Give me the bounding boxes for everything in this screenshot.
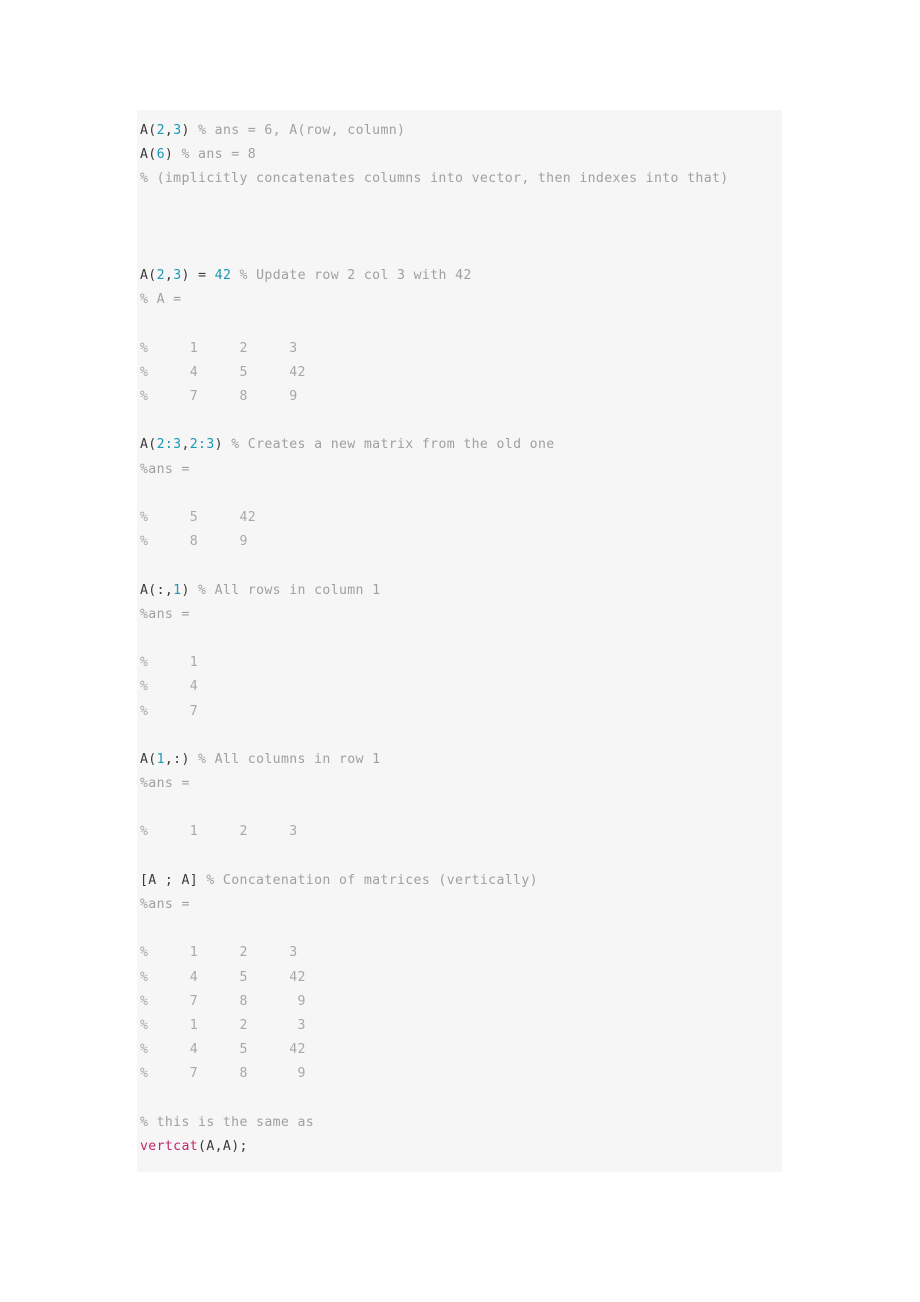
code-token-comment: % Concatenation of matrices (vertically) xyxy=(198,872,538,888)
code-token-plain: (A,A); xyxy=(198,1138,248,1154)
code-token-number: 1 xyxy=(156,751,165,767)
code-line: % (implicitly concatenates columns into … xyxy=(137,167,782,191)
code-token-output: % 1 2 3 xyxy=(140,340,298,356)
code-token-output: % 5 42 xyxy=(140,510,257,525)
code-token-plain: ) xyxy=(181,123,190,138)
code-token-comment: %ans = xyxy=(140,897,190,912)
code-token-comment: % this is the same as xyxy=(140,1114,315,1130)
code-line: % 4 xyxy=(137,675,782,699)
code-line: % 7 8 9 xyxy=(137,990,782,1014)
code-line: A(2,3) % ans = 6, A(row, column) xyxy=(137,119,782,143)
code-token-comment: %ans = xyxy=(140,776,190,792)
code-line: % 1 xyxy=(137,651,782,675)
code-token-comment: %ans = xyxy=(140,606,190,622)
code-token-comment: % Creates a new matrix from the old one xyxy=(222,437,555,453)
code-token-output: % 8 9 xyxy=(140,534,248,550)
code-line: % this is the same as xyxy=(137,1111,782,1135)
code-token-plain: ) xyxy=(164,147,174,163)
code-line: % 1 2 3 xyxy=(137,337,782,361)
code-token-output: % 4 5 42 xyxy=(140,364,306,380)
code-line: % 7 8 9 xyxy=(137,1062,782,1086)
page-root: A(2,3) % ans = 6, A(row, column) A(6) % a… xyxy=(0,0,920,1302)
code-token-output: % 4 5 42 xyxy=(140,1042,306,1058)
code-token-number: 2:3 xyxy=(156,437,182,453)
code-line: % A = xyxy=(137,288,782,312)
code-token-function: vertcat xyxy=(140,1138,199,1154)
code-token-plain: , xyxy=(164,268,174,284)
code-token-comment: % All rows in column 1 xyxy=(189,582,381,598)
code-line: % 4 5 42 xyxy=(137,361,782,385)
code-token-output: % 7 8 9 xyxy=(140,389,298,405)
code-token-plain: ) = xyxy=(181,268,215,284)
code-token-output: % 7 8 9 xyxy=(140,1066,306,1082)
code-token-plain: A(:, xyxy=(140,582,174,598)
code-token-plain: ,:) xyxy=(164,751,190,767)
code-line: % 8 9 xyxy=(137,530,782,554)
code-token-number: 2 xyxy=(156,268,165,284)
code-token-comment: % ans = 6, A(row, column) xyxy=(189,123,406,138)
code-line: A(6) % ans = 8 xyxy=(137,143,782,167)
code-token-number: 6 xyxy=(156,147,165,163)
code-token-plain: ) xyxy=(181,582,190,598)
code-token-plain: , xyxy=(164,123,174,138)
code-token-output: % 7 xyxy=(140,703,199,719)
code-line: % 1 2 3 xyxy=(137,941,782,965)
code-token-comment: % ans = 8 xyxy=(173,147,257,163)
code-line: % 5 42 xyxy=(137,506,782,530)
code-token-comment: % (implicitly concatenates columns into … xyxy=(140,171,729,187)
code-token-plain: ) xyxy=(214,437,223,453)
code-line: %ans = xyxy=(137,458,782,482)
code-token-number: 2:3 xyxy=(189,437,215,453)
code-token-output: % 1 2 3 xyxy=(140,1017,306,1033)
code-token-comment: %ans = xyxy=(140,461,190,477)
code-token-output: % 7 8 9 xyxy=(140,993,306,1009)
code-token-output: % 1 xyxy=(140,655,199,671)
code-line: % 7 8 9 xyxy=(137,385,782,409)
code-token-plain: A( xyxy=(140,437,157,453)
code-line: A(2:3,2:3) % Creates a new matrix from t… xyxy=(137,433,782,457)
code-token-comment: % A = xyxy=(140,292,182,308)
code-token-output: % 1 2 3 xyxy=(140,945,298,961)
code-line: % 4 5 42 xyxy=(137,1038,782,1062)
code-token-plain: A( xyxy=(140,751,157,767)
code-token-plain: , xyxy=(181,437,190,453)
code-line: A(:,1) % All rows in column 1 xyxy=(137,579,782,603)
code-line: [A ; A] % Concatenation of matrices (ver… xyxy=(137,869,782,893)
code-line: % 1 2 3 xyxy=(137,1014,782,1038)
code-token-plain: A( xyxy=(140,123,157,138)
code-line: vertcat(A,A); xyxy=(137,1135,782,1159)
code-line: % 7 xyxy=(137,700,782,724)
code-token-comment: % Update row 2 col 3 with 42 xyxy=(231,268,472,284)
code-token-plain: [A ; A] xyxy=(140,872,199,888)
code-line: % 4 5 42 xyxy=(137,966,782,990)
code-token-output: % 4 xyxy=(140,679,199,695)
code-token-number: 42 xyxy=(214,268,232,284)
code-line: A(2,3) = 42 % Update row 2 col 3 with 42 xyxy=(137,264,782,288)
code-line: %ans = xyxy=(137,772,782,796)
code-line: A(1,:) % All columns in row 1 xyxy=(137,748,782,772)
code-token-output: % 1 2 3 xyxy=(140,824,298,840)
code-line: %ans = xyxy=(137,893,782,917)
code-block[interactable]: A(2,3) % ans = 6, A(row, column) A(6) % a… xyxy=(137,110,782,1172)
code-token-plain: A( xyxy=(140,268,157,284)
code-line: % 1 2 3 xyxy=(137,820,782,844)
code-token-comment: % All columns in row 1 xyxy=(189,751,381,767)
code-token-plain: A( xyxy=(140,147,157,163)
code-token-number: 2 xyxy=(156,123,165,138)
code-token-output: % 4 5 42 xyxy=(140,969,306,985)
code-line: %ans = xyxy=(137,603,782,627)
